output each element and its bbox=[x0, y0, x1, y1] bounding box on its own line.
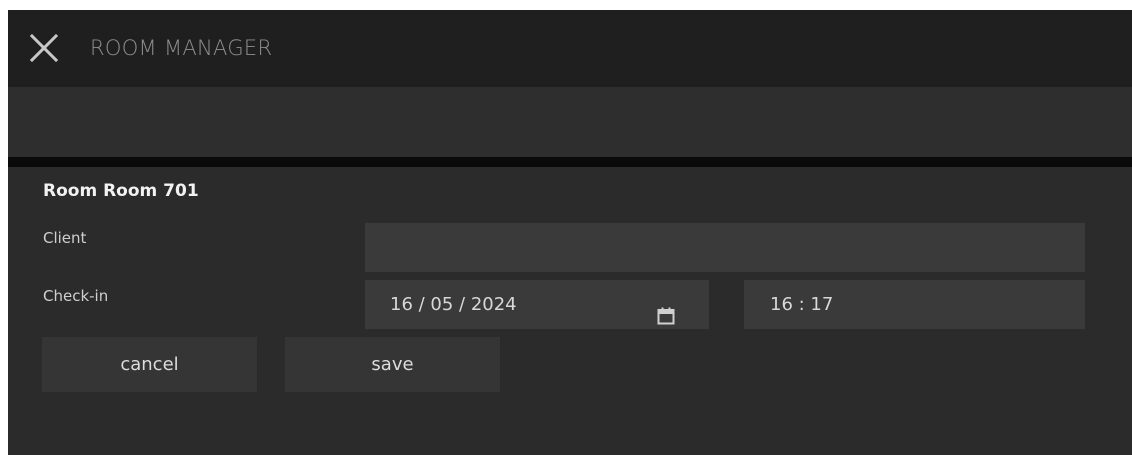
room-title: Room Room 701 bbox=[43, 181, 199, 201]
divider bbox=[8, 157, 1132, 167]
room-form: Room Room 701 Client Check-in 16 / 05 / … bbox=[8, 167, 1132, 455]
checkin-time-input[interactable]: 16 : 17 bbox=[744, 280, 1085, 329]
calendar-icon[interactable] bbox=[657, 295, 675, 325]
client-label: Client bbox=[43, 229, 87, 247]
close-icon[interactable] bbox=[28, 32, 60, 64]
checkin-label: Check-in bbox=[43, 287, 109, 305]
title-bar: ROOM MANAGER bbox=[8, 10, 1132, 87]
checkin-date-input[interactable]: 16 / 05 / 2024 bbox=[365, 280, 709, 329]
checkin-time-value: 16 : 17 bbox=[770, 294, 834, 315]
toolbar-area bbox=[8, 87, 1132, 157]
cancel-button[interactable]: cancel bbox=[42, 337, 257, 392]
window-title: ROOM MANAGER bbox=[90, 36, 273, 60]
room-manager-window: ROOM MANAGER Room Room 701 Client Check-… bbox=[8, 10, 1132, 455]
client-input[interactable] bbox=[365, 223, 1085, 272]
save-button[interactable]: save bbox=[285, 337, 500, 392]
checkin-date-value: 16 / 05 / 2024 bbox=[390, 294, 517, 315]
